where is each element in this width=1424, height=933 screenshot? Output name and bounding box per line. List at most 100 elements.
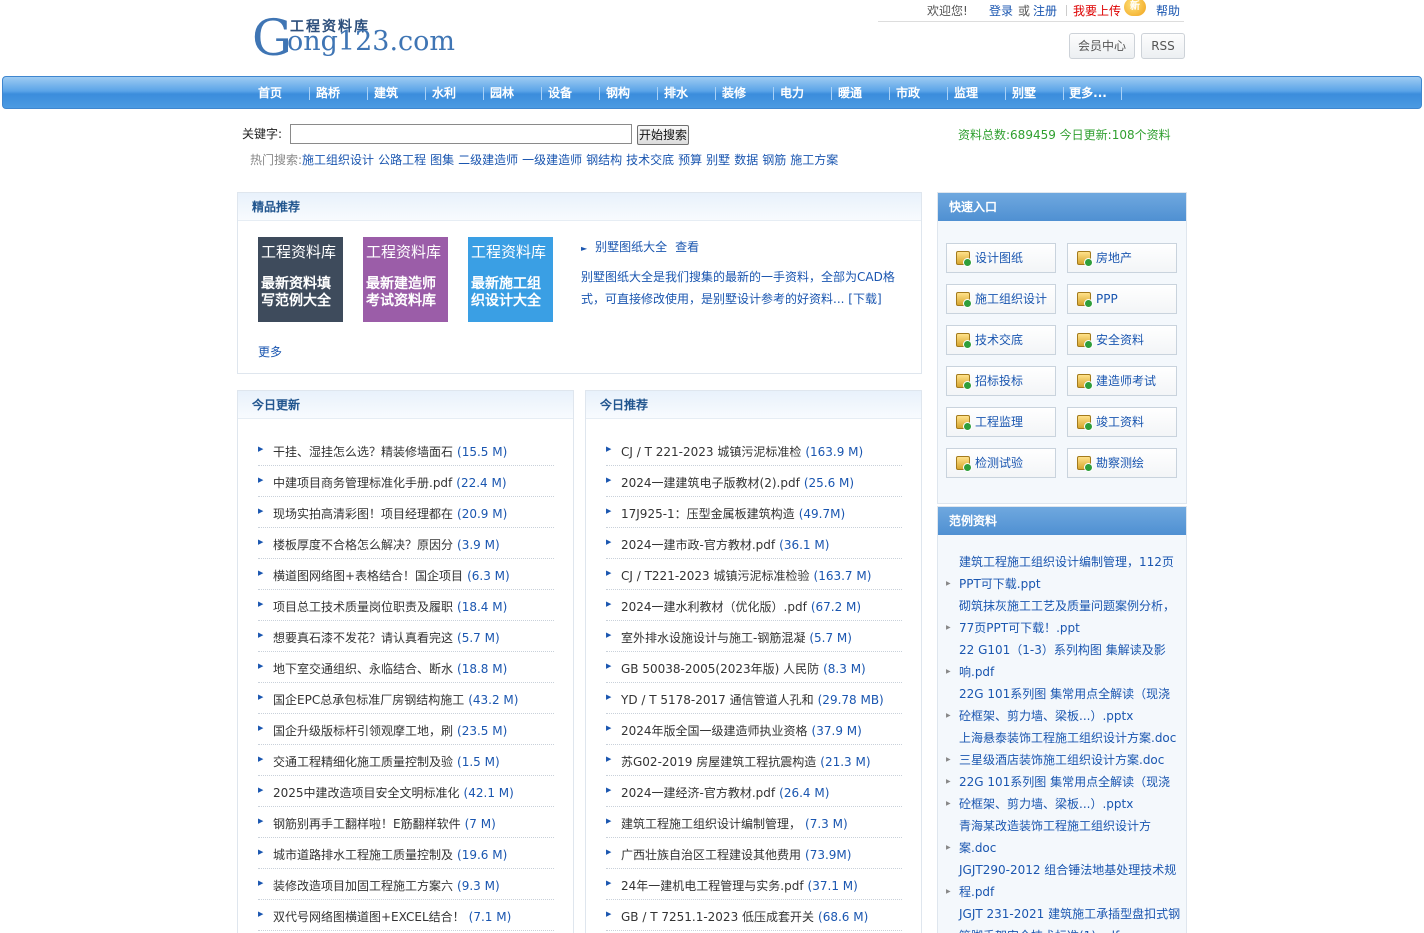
list-item-link[interactable]: CJ / T 221-2023 城镇污泥标准检 (163.9 M) [621, 443, 863, 460]
list-item-link[interactable]: 楼板厚度不合格怎么解决？原因分 (3.9 M) [273, 536, 500, 553]
list-item-link[interactable]: 双代号网络图横道图+EXCEL结合！ (7.1 M) [273, 908, 511, 925]
featured-more-link[interactable]: 更多 [258, 343, 282, 360]
featured-item-link[interactable]: 别墅图纸大全 [595, 240, 667, 254]
hot-search-term[interactable]: 预算 [678, 153, 702, 167]
quick-entry-button[interactable]: PPP [1067, 284, 1177, 314]
list-item-link[interactable]: 城市道路排水工程施工质量控制及 (19.6 M) [273, 846, 507, 863]
example-item[interactable]: ▶ 22G 101系列图 集常用点全解读（现浇砼框架、剪力墙、梁板...）.ppt… [946, 683, 1182, 727]
list-item-link[interactable]: 2024一建建筑电子版教材(2).pdf (25.6 M) [621, 474, 854, 491]
example-item[interactable]: ▶ 三星级酒店装饰施工组织设计方案.doc [946, 749, 1182, 785]
nav-item-7[interactable]: 排水 [662, 77, 690, 110]
list-item[interactable]: ▶ YD / T 5178-2017 通信管道人孔和 (29.78 MB) [606, 683, 902, 714]
list-item[interactable]: ▶ 钢筋别再手工翻样啦！E筋翻样软件 (7 M) [258, 807, 554, 838]
list-item-link[interactable]: 室外排水设施设计与施工-钢筋混凝 (5.7 M) [621, 629, 852, 646]
list-item[interactable]: ▶ 地下室交通组织、永临结合、断水 (18.8 M) [258, 652, 554, 683]
list-item-link[interactable]: 苏G02-2019 房屋建筑工程抗震构造 (21.3 M) [621, 753, 871, 770]
list-item-link[interactable]: 2024一建市政-官方教材.pdf (36.1 M) [621, 536, 829, 553]
list-item[interactable]: ▶ 想要真石漆不发花？请认真看完这 (5.7 M) [258, 621, 554, 652]
featured-view-link[interactable]: 查看 [675, 240, 699, 254]
list-item[interactable]: ▶ 24年一建机电工程管理与实务.pdf (37.1 M) [606, 869, 902, 900]
example-item[interactable]: ▶ 建筑工程施工组织设计编制管理，112页PPT可下载.ppt [946, 551, 1182, 595]
featured-cover-2[interactable]: 工程资料库 最新建造师考试资料库 [363, 237, 448, 322]
list-item[interactable]: ▶ 2024一建建筑电子版教材(2).pdf (25.6 M) [606, 466, 902, 497]
list-item[interactable]: ▶ GB 50038-2005(2023年版) 人民防 (8.3 M) [606, 652, 902, 683]
nav-item-0[interactable]: 首页 [256, 77, 284, 110]
list-item-link[interactable]: 国企升级版标杆引领观摩工地，刷 (23.5 M) [273, 722, 507, 739]
login-link[interactable]: 登录 [989, 1, 1013, 21]
example-item[interactable]: ▶ 青海某改造装饰工程施工组织设计方案.doc [946, 815, 1182, 859]
nav-item-14[interactable]: 更多... [1068, 77, 1108, 110]
featured-cover-1[interactable]: 工程资料库 最新资料填写范例大全 [258, 237, 343, 322]
hot-search-term[interactable]: 公路工程 [378, 153, 426, 167]
list-item-link[interactable]: GB 50038-2005(2023年版) 人民防 (8.3 M) [621, 660, 866, 677]
quick-entry-button[interactable]: 设计图纸 [946, 243, 1056, 273]
quick-entry-button[interactable]: 竣工资料 [1067, 407, 1177, 437]
example-item[interactable]: ▶ 砌筑抹灰施工工艺及质量问题案例分析，77页PPT可下载！.ppt [946, 595, 1182, 639]
list-item[interactable]: ▶ 室外排水设施设计与施工-钢筋混凝 (5.7 M) [606, 621, 902, 652]
list-item[interactable]: ▶ 建筑工程施工组织设计编制管理， (7.3 M) [606, 807, 902, 838]
list-item-link[interactable]: 24年一建机电工程管理与实务.pdf (37.1 M) [621, 877, 858, 894]
help-link[interactable]: 帮助 [1156, 1, 1180, 21]
quick-entry-button[interactable]: 工程监理 [946, 407, 1056, 437]
search-input[interactable] [290, 124, 632, 144]
list-item[interactable]: ▶ GB / T 7251.1-2023 低压成套开关 (68.6 M) [606, 900, 902, 931]
list-item[interactable]: ▶ 横道图网络图+表格结合！国企项目 (6.3 M) [258, 559, 554, 590]
quick-entry-button[interactable]: 建造师考试 [1067, 366, 1177, 396]
quick-entry-button[interactable]: 勘察测绘 [1067, 448, 1177, 478]
quick-entry-button[interactable]: 招标投标 [946, 366, 1056, 396]
hot-search-term[interactable]: 施工组织设计 [302, 153, 374, 167]
hot-search-term[interactable]: 图集 [430, 153, 454, 167]
hot-search-term[interactable]: 钢结构 [586, 153, 622, 167]
list-item-link[interactable]: 装修改造项目加固工程施工方案六 (9.3 M) [273, 877, 500, 894]
example-item[interactable]: ▶ 22 G101（1-3）系列构图 集解读及影响.pdf [946, 639, 1182, 683]
nav-item-8[interactable]: 装修 [720, 77, 748, 110]
quick-entry-button[interactable]: 房地产 [1067, 243, 1177, 273]
quick-entry-button[interactable]: 施工组织设计 [946, 284, 1056, 314]
nav-item-12[interactable]: 监理 [952, 77, 980, 110]
list-item[interactable]: ▶ 2025中建改造项目安全文明标准化 (42.1 M) [258, 776, 554, 807]
featured-cover-3[interactable]: 工程资料库 最新施工组织设计大全 [468, 237, 553, 322]
list-item-link[interactable]: 国企EPC总承包标准厂房钢结构施工 (43.2 M) [273, 691, 518, 708]
list-item-link[interactable]: GB / T 7251.1-2023 低压成套开关 (68.6 M) [621, 908, 868, 925]
list-item[interactable]: ▶ 双代号网络图横道图+EXCEL结合！ (7.1 M) [258, 900, 554, 931]
featured-item-description[interactable]: 别墅图纸大全是我们搜集的最新的一手资料，全部为CAD格式，可直接修改使用，是别墅… [581, 266, 903, 310]
nav-item-10[interactable]: 暖通 [836, 77, 864, 110]
register-link[interactable]: 注册 [1033, 1, 1057, 21]
hot-search-term[interactable]: 施工方案 [790, 153, 838, 167]
example-item[interactable]: ▶ 22G 101系列图 集常用点全解读（现浇砼框架、剪力墙、梁板...）.ppt… [946, 771, 1182, 815]
list-item[interactable]: ▶ 17J925-1：压型金属板建筑构造 (49.7M) [606, 497, 902, 528]
example-item[interactable]: ▶ 上海悬泰装饰工程施工组织设计方案.doc [946, 727, 1182, 763]
site-logo[interactable]: G 工程资料库 ong123.com [252, 12, 462, 64]
hot-search-term[interactable]: 一级建造师 [522, 153, 582, 167]
list-item-link[interactable]: 交通工程精细化施工质量控制及验 (1.5 M) [273, 753, 500, 770]
search-button[interactable]: 开始搜索 [637, 125, 689, 145]
hot-search-term[interactable]: 二级建造师 [458, 153, 518, 167]
upload-link[interactable]: 我要上传 [1073, 1, 1121, 21]
list-item[interactable]: ▶ 2024一建水利教材（优化版）.pdf (67.2 M) [606, 590, 902, 621]
list-item[interactable]: ▶ 2024年版全国一级建造师执业资格 (37.9 M) [606, 714, 902, 745]
nav-item-13[interactable]: 别墅 [1010, 77, 1038, 110]
nav-item-2[interactable]: 建筑 [372, 77, 400, 110]
nav-item-3[interactable]: 水利 [430, 77, 458, 110]
list-item[interactable]: ▶ 城市道路排水工程施工质量控制及 (19.6 M) [258, 838, 554, 869]
list-item[interactable]: ▶ 装修改造项目加固工程施工方案六 (9.3 M) [258, 869, 554, 900]
list-item[interactable]: ▶ 交通工程精细化施工质量控制及验 (1.5 M) [258, 745, 554, 776]
list-item-link[interactable]: 干挂、湿挂怎么选？精装修墙面石 (15.5 M) [273, 443, 507, 460]
nav-item-11[interactable]: 市政 [894, 77, 922, 110]
list-item-link[interactable]: 广西壮族自治区工程建设其他费用 (73.9M) [621, 846, 851, 863]
quick-entry-button[interactable]: 技术交底 [946, 325, 1056, 355]
list-item-link[interactable]: 2025中建改造项目安全文明标准化 (42.1 M) [273, 784, 514, 801]
hot-search-term[interactable]: 技术交底 [626, 153, 674, 167]
list-item-link[interactable]: 2024一建水利教材（优化版）.pdf (67.2 M) [621, 598, 861, 615]
hot-search-term[interactable]: 数据 [734, 153, 758, 167]
example-item[interactable]: ▶ JGJT290-2012 组合锤法地基处理技术规程.pdf [946, 859, 1182, 903]
nav-item-1[interactable]: 路桥 [314, 77, 342, 110]
list-item-link[interactable]: 中建项目商务管理标准化手册.pdf (22.4 M) [273, 474, 507, 491]
list-item-link[interactable]: 2024年版全国一级建造师执业资格 (37.9 M) [621, 722, 862, 739]
nav-item-4[interactable]: 园林 [488, 77, 516, 110]
member-center-button[interactable]: 会员中心 [1069, 33, 1135, 59]
quick-entry-button[interactable]: 安全资料 [1067, 325, 1177, 355]
list-item-link[interactable]: 钢筋别再手工翻样啦！E筋翻样软件 (7 M) [273, 815, 496, 832]
list-item-link[interactable]: 项目总工技术质量岗位职责及履职 (18.4 M) [273, 598, 507, 615]
list-item-link[interactable]: 地下室交通组织、永临结合、断水 (18.8 M) [273, 660, 507, 677]
